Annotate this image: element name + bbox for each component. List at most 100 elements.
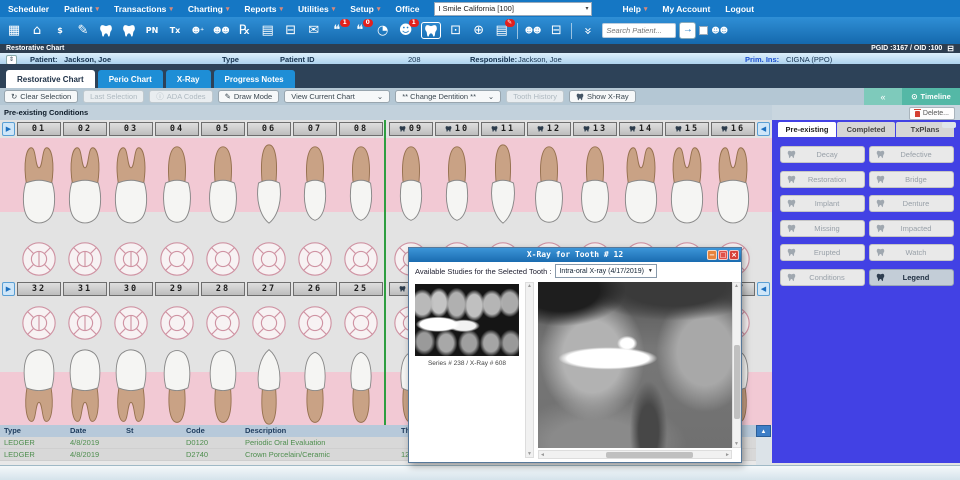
- tooth-graphic-08[interactable]: [339, 139, 383, 233]
- tooth-button-12[interactable]: 12: [527, 122, 571, 136]
- tooth-graphic-28[interactable]: [201, 304, 245, 342]
- tooth-graphic-15[interactable]: [665, 139, 709, 233]
- tooth-graphic-08[interactable]: [339, 240, 383, 278]
- thumbnail-scrollbar[interactable]: ▲ ▼: [525, 282, 534, 458]
- add-patient-icon[interactable]: ☻⁺: [190, 22, 206, 40]
- menu-item-help[interactable]: Help▾: [622, 4, 647, 14]
- menu-item-office[interactable]: Office: [395, 4, 419, 14]
- scrollbar-thumb[interactable]: [606, 452, 692, 458]
- panel-scroll-button[interactable]: [942, 122, 956, 128]
- denture-button[interactable]: Denture: [869, 195, 954, 212]
- clipboard-icon[interactable]: ▤: [260, 22, 276, 40]
- tooth-button-07[interactable]: 07: [293, 122, 337, 136]
- treatment-plan-icon[interactable]: Tx: [167, 22, 183, 40]
- defective-button[interactable]: Defective: [869, 146, 954, 163]
- scroll-up-icon[interactable]: ▲: [734, 283, 739, 289]
- globe-icon[interactable]: ⊕: [471, 22, 487, 40]
- ledger-scrollbar[interactable]: ▲: [756, 425, 771, 465]
- panel-tab-pre-existing[interactable]: Pre-existing: [778, 122, 836, 137]
- tooth-button-09[interactable]: 09: [389, 122, 433, 136]
- tooth-button-25[interactable]: 25: [339, 282, 383, 296]
- search-input[interactable]: [602, 23, 676, 38]
- tooth-chart-icon[interactable]: [121, 22, 137, 40]
- search-checkbox[interactable]: [699, 26, 708, 35]
- tooth-imaging-icon[interactable]: [421, 22, 441, 39]
- printer-icon[interactable]: ⊟: [283, 22, 299, 40]
- tab-perio-chart[interactable]: Perio Chart: [98, 70, 163, 88]
- tooth-graphic-16[interactable]: [711, 139, 755, 233]
- tooth-graphic-14[interactable]: [619, 139, 663, 233]
- tooth-graphic-29[interactable]: [155, 346, 199, 425]
- missing-button[interactable]: Missing: [780, 220, 865, 237]
- scroll-right-button[interactable]: ◀: [757, 122, 770, 136]
- tooth-graphic-05[interactable]: [201, 139, 245, 233]
- tab-progress-notes[interactable]: Progress Notes: [214, 70, 295, 88]
- tooth-graphic-27[interactable]: [247, 346, 291, 425]
- study-select[interactable]: Intra-oral X-ray (4/17/2019) ▼: [555, 264, 656, 278]
- conditions-button[interactable]: Conditions: [780, 269, 865, 286]
- tooth-graphic-30[interactable]: [109, 304, 153, 342]
- scroll-right-button[interactable]: ◀: [757, 282, 770, 296]
- tooth-graphic-09[interactable]: [389, 139, 433, 233]
- tooth-button-06[interactable]: 06: [247, 122, 291, 136]
- legend-button[interactable]: Legend: [869, 269, 954, 286]
- tooth-graphic-31[interactable]: [63, 304, 107, 342]
- tooth-icon[interactable]: [98, 22, 114, 40]
- email-icon[interactable]: ✉: [306, 22, 322, 40]
- tooth-graphic-06[interactable]: [247, 139, 291, 233]
- xray-popup-title-bar[interactable]: X-Ray for Tooth # 12 − □ ×: [409, 248, 741, 262]
- change-dentition-select[interactable]: ** Change Dentition **⌄: [395, 90, 501, 103]
- print-icon[interactable]: ⊟: [947, 44, 954, 53]
- tooth-button-28[interactable]: 28: [201, 282, 245, 296]
- tooth-graphic-10[interactable]: [435, 139, 479, 233]
- office-select[interactable]: I Smile California [100] ▾: [434, 2, 592, 16]
- scroll-down-icon[interactable]: ▼: [734, 441, 739, 447]
- restore-icon[interactable]: □: [718, 250, 728, 260]
- tooth-button-03[interactable]: 03: [109, 122, 153, 136]
- home-icon[interactable]: ⌂: [29, 22, 45, 40]
- menu-item-scheduler[interactable]: Scheduler: [8, 4, 49, 14]
- tooth-graphic-32[interactable]: [17, 304, 61, 342]
- chart-note-icon[interactable]: ✎: [75, 22, 91, 40]
- decay-button[interactable]: Decay: [780, 146, 865, 163]
- scroll-left-button[interactable]: ▶: [2, 122, 15, 136]
- show-xray-button[interactable]: Show X-Ray: [569, 90, 636, 103]
- payments-icon[interactable]: $: [52, 22, 68, 40]
- tooth-graphic-26[interactable]: [293, 346, 337, 425]
- tooth-graphic-06[interactable]: [247, 240, 291, 278]
- panel-tab-completed[interactable]: Completed: [837, 122, 895, 137]
- scroll-down-icon[interactable]: ▼: [527, 451, 532, 457]
- tooth-graphic-11[interactable]: [481, 139, 525, 233]
- delete-button[interactable]: Delete...: [909, 107, 955, 120]
- schedule-grid-icon[interactable]: ▦: [6, 22, 22, 40]
- xray-image[interactable]: [538, 282, 732, 448]
- tooth-graphic-01[interactable]: [17, 240, 61, 278]
- tooth-graphic-04[interactable]: [155, 139, 199, 233]
- tooth-button-05[interactable]: 05: [201, 122, 245, 136]
- search-go-button[interactable]: →: [679, 22, 696, 39]
- tooth-button-29[interactable]: 29: [155, 282, 199, 296]
- watch-button[interactable]: Watch: [869, 244, 954, 261]
- tooth-button-31[interactable]: 31: [63, 282, 107, 296]
- tooth-graphic-30[interactable]: [109, 346, 153, 425]
- tooth-button-30[interactable]: 30: [109, 282, 153, 296]
- notes-alert-icon[interactable]: ▤✎: [494, 22, 510, 40]
- tooth-graphic-27[interactable]: [247, 304, 291, 342]
- scroll-left-button[interactable]: ▶: [2, 282, 15, 296]
- menu-item-utilities[interactable]: Utilities▾: [298, 4, 335, 14]
- xray-thumbnail[interactable]: [415, 284, 519, 356]
- minimize-icon[interactable]: −: [707, 250, 717, 260]
- scrollbar-thumb[interactable]: [734, 345, 740, 419]
- timeline-collapse-button[interactable]: «: [864, 88, 902, 105]
- menu-item-logout[interactable]: Logout: [725, 4, 754, 14]
- tooth-graphic-04[interactable]: [155, 240, 199, 278]
- tooth-graphic-13[interactable]: [573, 139, 617, 233]
- tooth-graphic-01[interactable]: [17, 139, 61, 233]
- tooth-graphic-02[interactable]: [63, 240, 107, 278]
- image-horizontal-scrollbar[interactable]: ◄ ►: [538, 450, 732, 459]
- bridge-button[interactable]: Bridge: [869, 171, 954, 188]
- tooth-graphic-29[interactable]: [155, 304, 199, 342]
- fax-icon[interactable]: ⊟: [548, 22, 564, 40]
- tooth-button-16[interactable]: 16: [711, 122, 755, 136]
- patients-icon[interactable]: ☻☻: [525, 22, 542, 40]
